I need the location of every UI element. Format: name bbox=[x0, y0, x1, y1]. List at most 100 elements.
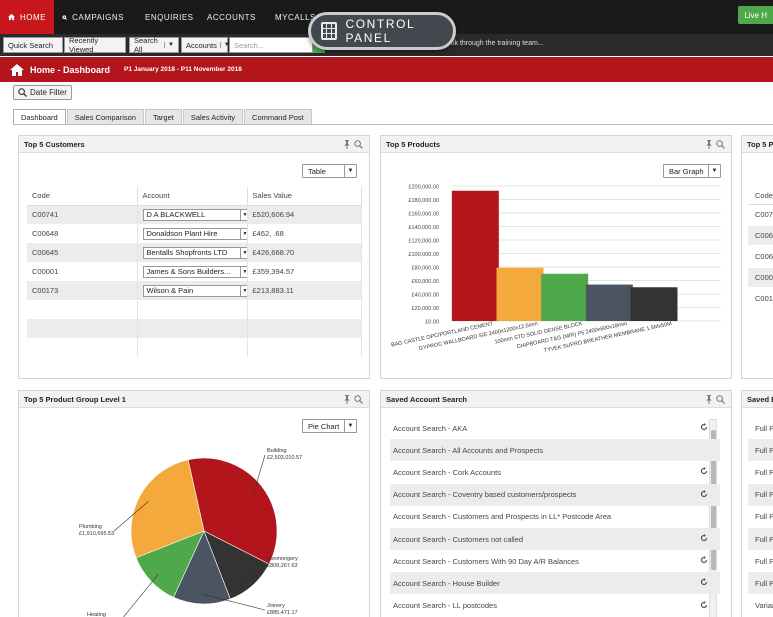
table-row: C00645 Bentalls Shopfronts LTD ▼ £426,668… bbox=[27, 243, 362, 262]
panel-tools bbox=[343, 140, 363, 149]
refresh-icon[interactable] bbox=[700, 578, 708, 588]
zoom-icon[interactable] bbox=[716, 140, 725, 149]
refresh-icon[interactable] bbox=[700, 556, 708, 566]
customers-view-select[interactable]: Table ▼ bbox=[302, 164, 357, 178]
search-scope-select[interactable]: Search All ▼ bbox=[129, 36, 179, 54]
zoom-icon[interactable] bbox=[354, 395, 363, 404]
date-filter-button[interactable]: Date Filter bbox=[13, 85, 72, 100]
saved-search-label: Account Search - Customers With 90 Day A… bbox=[393, 556, 579, 566]
account-select[interactable]: Bentalls Shopfronts LTD ▼ bbox=[142, 246, 246, 259]
pie-label: Building bbox=[267, 448, 287, 454]
list-item: C006 bbox=[748, 226, 773, 245]
y-tick-label: £0.00 bbox=[425, 320, 439, 326]
list-item[interactable]: Account Search - Customers and Prospects… bbox=[390, 506, 720, 528]
list-item[interactable]: Full Pi bbox=[748, 483, 773, 506]
search-type-select[interactable]: Accounts ▼ bbox=[181, 37, 230, 53]
tab-sales-activity[interactable]: Sales Activity bbox=[182, 109, 244, 124]
column-header[interactable]: Sales Value bbox=[247, 187, 362, 206]
table-row: C00648 Donaldson Plant Hire ▼ £462, .68 bbox=[27, 224, 362, 243]
quick-search-button[interactable]: Quick Search bbox=[3, 37, 63, 53]
control-panel-icon bbox=[321, 22, 338, 40]
list-item[interactable]: Account Search - Coventry based customer… bbox=[390, 483, 720, 506]
list-item[interactable]: Account Search - All Accounts and Prospe… bbox=[390, 439, 720, 462]
tab-command-post[interactable]: Command Post bbox=[244, 109, 312, 124]
list-item[interactable]: Account Search - LL postcodes bbox=[390, 595, 720, 617]
saved-search-label: Account Search - Customers not called bbox=[393, 534, 524, 544]
refresh-icon[interactable] bbox=[700, 600, 708, 611]
list-item[interactable]: Full Pi bbox=[748, 439, 773, 462]
products-view-select[interactable]: Bar Graph ▼ bbox=[663, 164, 721, 178]
account-select[interactable]: Donaldson Plant Hire ▼ bbox=[142, 227, 246, 240]
zoom-icon[interactable] bbox=[354, 140, 363, 149]
account-select[interactable]: James & Sons Builders... ▼ bbox=[142, 265, 246, 278]
saved-search-label: Account Search - House Builder bbox=[393, 578, 500, 588]
y-tick-label: £120,000.00 bbox=[408, 239, 439, 245]
list-item[interactable]: Full Pi bbox=[748, 528, 773, 550]
nav-home[interactable]: HOME bbox=[0, 0, 54, 34]
bar[interactable] bbox=[585, 284, 633, 321]
recently-viewed-button[interactable]: Recently Viewed bbox=[64, 36, 126, 54]
column-header[interactable]: Account bbox=[137, 187, 248, 206]
search-input[interactable] bbox=[229, 37, 313, 53]
list-item[interactable]: Account Search - AKA bbox=[390, 417, 720, 439]
pin-icon[interactable] bbox=[705, 140, 713, 149]
column-header[interactable]: Code bbox=[27, 187, 138, 206]
nav-campaigns[interactable]: CAMPAIGNS bbox=[54, 0, 132, 34]
cell-code: C00001 bbox=[27, 262, 138, 281]
panel-title: Saved E bbox=[747, 394, 773, 404]
live-button[interactable]: Live H bbox=[738, 6, 773, 24]
bar[interactable] bbox=[630, 287, 678, 321]
refresh-icon[interactable] bbox=[700, 489, 708, 500]
tab-sales-comparison[interactable]: Sales Comparison bbox=[66, 109, 144, 124]
cell-account: D A BLACKWELL ▼ bbox=[137, 205, 248, 224]
nav-accounts[interactable]: ACCOUNTS bbox=[194, 0, 262, 34]
pie-view-value: Pie Chart bbox=[308, 421, 340, 431]
list-item: C007 bbox=[755, 210, 773, 219]
list-item[interactable]: Full Pi bbox=[748, 572, 773, 595]
list-item[interactable]: Account Search - House Builder bbox=[390, 572, 720, 595]
chevron-down-icon: ▼ bbox=[239, 209, 246, 220]
list-item[interactable]: Full Pi bbox=[748, 550, 773, 572]
table-row: C00741 D A BLACKWELL ▼ £520,606.94 bbox=[27, 205, 362, 224]
tab-divider bbox=[13, 124, 773, 125]
search-type-value: Accounts bbox=[186, 40, 217, 50]
nav-enquiries[interactable]: ENQUIRIES bbox=[132, 0, 194, 34]
list-item[interactable]: Account Search - Cork Accounts bbox=[390, 461, 720, 483]
table-row-empty bbox=[27, 338, 362, 357]
pie-view-select[interactable]: Pie Chart ▼ bbox=[302, 419, 357, 433]
account-select[interactable]: Wilson & Pain ▼ bbox=[142, 284, 246, 297]
cell-account: Donaldson Plant Hire ▼ bbox=[137, 224, 248, 243]
pin-icon[interactable] bbox=[343, 140, 351, 149]
list-item[interactable]: Full Pi bbox=[748, 461, 773, 483]
customers-table: Code Account Sales Value C00741 D A BLAC… bbox=[27, 187, 362, 357]
campaigns-icon bbox=[62, 14, 67, 20]
search-icon bbox=[18, 88, 27, 97]
list-item[interactable]: Variar bbox=[748, 595, 773, 617]
tab-dashboard[interactable]: Dashboard bbox=[13, 109, 66, 124]
control-panel-button[interactable]: CONTROL PANEL bbox=[308, 12, 456, 50]
list-item[interactable]: Full Pi bbox=[748, 506, 773, 528]
zoom-icon[interactable] bbox=[716, 395, 725, 404]
list-item[interactable]: Full Pi bbox=[748, 417, 773, 439]
y-tick-label: £80,000.00 bbox=[411, 266, 439, 272]
list-item[interactable]: Account Search - Customers not called bbox=[390, 528, 720, 550]
tab-target[interactable]: Target bbox=[144, 109, 182, 124]
cell-account: James & Sons Builders... ▼ bbox=[137, 262, 248, 281]
cell-account: Bentalls Shopfronts LTD ▼ bbox=[137, 243, 248, 262]
cell-code: C00645 bbox=[27, 243, 138, 262]
bar[interactable] bbox=[496, 267, 544, 321]
refresh-icon[interactable] bbox=[700, 423, 708, 433]
pin-icon[interactable] bbox=[705, 395, 713, 404]
app-root: HOME CAMPAIGNS ENQUIRIES ACCOUNTS MYCALL… bbox=[0, 0, 773, 617]
pin-icon[interactable] bbox=[343, 395, 351, 404]
bar[interactable] bbox=[451, 190, 499, 321]
y-tick-label: £140,000.00 bbox=[408, 225, 439, 231]
list-item[interactable]: Account Search - Customers With 90 Day A… bbox=[390, 550, 720, 572]
refresh-icon[interactable] bbox=[700, 467, 708, 477]
chevron-down-icon: ▼ bbox=[239, 247, 246, 258]
refresh-icon[interactable] bbox=[700, 534, 708, 544]
bar[interactable] bbox=[541, 273, 589, 321]
chevron-down-icon: ▼ bbox=[708, 165, 720, 177]
panel-title: Saved Account Search bbox=[386, 394, 468, 404]
account-select[interactable]: D A BLACKWELL ▼ bbox=[142, 208, 246, 221]
